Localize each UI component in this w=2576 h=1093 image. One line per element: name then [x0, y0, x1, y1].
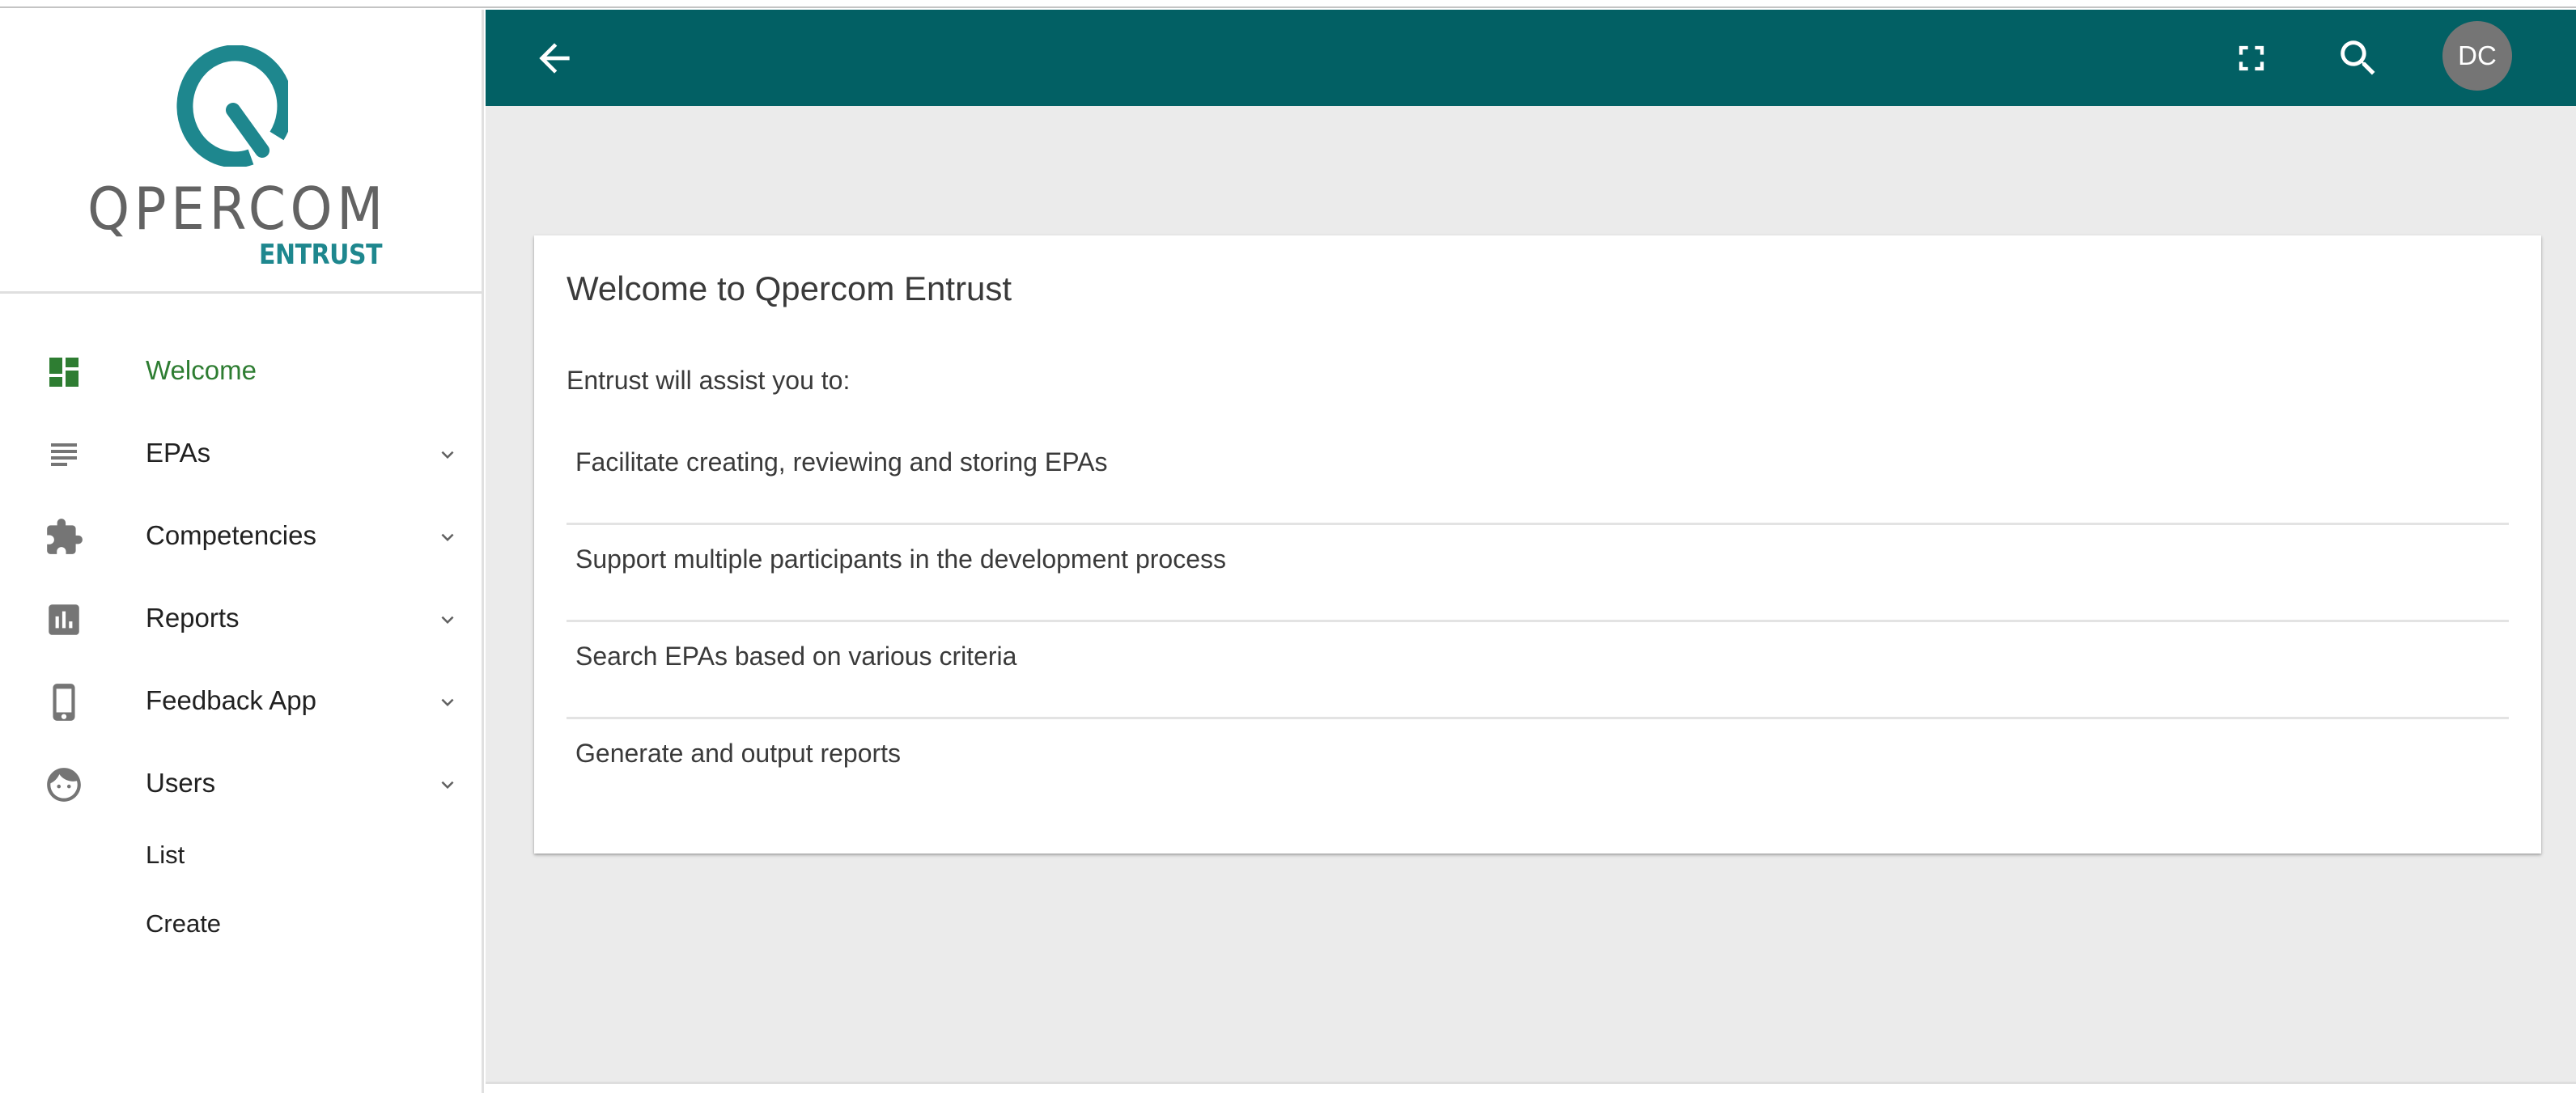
card-intro-text: Entrust will assist you to:	[567, 366, 851, 395]
sidebar: QPERCOM ENTRUST Welcome EPAs Competencie…	[0, 10, 484, 1093]
feature-text: Support multiple participants in the dev…	[575, 544, 1226, 574]
sidebar-item-reports[interactable]: Reports	[0, 577, 482, 659]
feature-text: Search EPAs based on various criteria	[575, 642, 1017, 671]
chevron-down-icon[interactable]	[435, 608, 460, 632]
sidebar-subitem-label: List	[146, 841, 185, 869]
main-content: Welcome to Qpercom Entrust Entrust will …	[486, 106, 2576, 1082]
sidebar-subitem-label: Create	[146, 909, 222, 938]
search-icon	[2340, 40, 2375, 75]
sidebar-item-label: Reports	[146, 603, 240, 633]
dashboard-icon	[44, 352, 84, 392]
sidebar-subitem-users-list[interactable]: List	[0, 824, 482, 893]
sidebar-item-epas[interactable]: EPAs	[0, 412, 482, 494]
sidebar-nav: Welcome EPAs Competencies Reports Feedba…	[0, 329, 482, 962]
sidebar-item-label: Users	[146, 768, 216, 798]
chevron-down-icon[interactable]	[435, 443, 460, 467]
sidebar-subitem-users-create[interactable]: Create	[0, 893, 482, 962]
notes-icon	[44, 434, 84, 475]
sidebar-item-users[interactable]: Users	[0, 742, 482, 824]
window-top-strip	[0, 0, 2576, 8]
chevron-down-icon[interactable]	[435, 525, 460, 549]
feature-text: Generate and output reports	[575, 739, 902, 768]
fullscreen-icon	[2239, 45, 2264, 71]
sidebar-item-welcome[interactable]: Welcome	[0, 329, 482, 412]
welcome-card: Welcome to Qpercom Entrust Entrust will …	[534, 235, 2541, 854]
list-item: Generate and output reports	[567, 719, 2509, 816]
feature-text: Facilitate creating, reviewing and stori…	[575, 447, 1108, 477]
sidebar-divider	[0, 291, 482, 294]
chevron-down-icon[interactable]	[435, 690, 460, 714]
back-button[interactable]	[530, 34, 579, 83]
logo-wordmark: QPERCOM	[87, 175, 388, 243]
user-avatar[interactable]: DC	[2442, 21, 2512, 91]
sidebar-item-label: Feedback App	[146, 685, 316, 715]
qpercom-entrust-logo: QPERCOM ENTRUST	[0, 10, 482, 293]
q-logo-icon	[176, 45, 288, 167]
search-button[interactable]	[2334, 34, 2383, 83]
sidebar-item-label: Competencies	[146, 520, 316, 550]
bar-chart-icon	[44, 599, 84, 640]
sidebar-item-label: EPAs	[146, 438, 211, 468]
arrow-left-icon	[539, 43, 570, 74]
sidebar-item-label: Welcome	[146, 355, 257, 385]
sidebar-item-competencies[interactable]: Competencies	[0, 494, 482, 577]
smartphone-icon	[44, 682, 84, 722]
fullscreen-button[interactable]	[2227, 34, 2276, 83]
puzzle-icon	[44, 517, 84, 557]
chevron-down-icon[interactable]	[435, 773, 460, 797]
list-item: Facilitate creating, reviewing and stori…	[567, 428, 2509, 525]
top-app-bar: DC	[486, 10, 2576, 106]
footer	[486, 1082, 2576, 1093]
list-item: Search EPAs based on various criteria	[567, 622, 2509, 719]
logo-subtitle: ENTRUST	[259, 239, 383, 271]
list-item: Support multiple participants in the dev…	[567, 525, 2509, 622]
page-title: Welcome to Qpercom Entrust	[567, 269, 1012, 307]
feature-list: Facilitate creating, reviewing and stori…	[567, 428, 2509, 816]
sidebar-item-feedback-app[interactable]: Feedback App	[0, 659, 482, 742]
face-icon	[44, 765, 84, 805]
